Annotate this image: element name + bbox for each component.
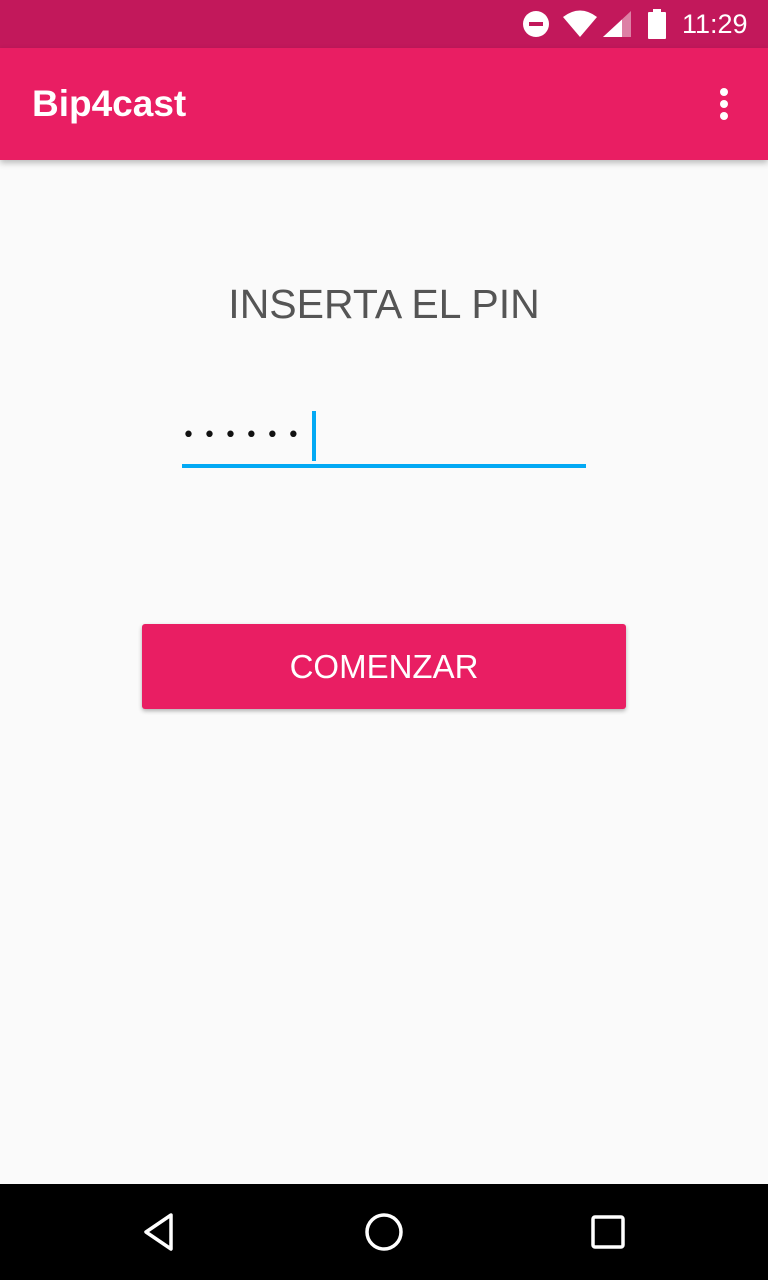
status-time: 11:29: [682, 9, 748, 39]
app-title: Bip4cast: [32, 83, 187, 124]
more-vert-icon[interactable]: [700, 80, 748, 128]
pin-masked-value: ••••••: [182, 423, 308, 448]
do-not-disturb-icon: [523, 11, 549, 37]
back-icon[interactable]: [136, 1208, 184, 1256]
status-bar: 11:29: [0, 0, 768, 48]
recents-icon[interactable]: [584, 1208, 632, 1256]
pin-heading: INSERTA EL PIN: [228, 281, 540, 327]
app-bar: Bip4cast: [0, 48, 768, 160]
input-underline: [182, 464, 586, 468]
cell-signal-icon: [603, 11, 631, 37]
navigation-bar: [0, 1184, 768, 1280]
start-button[interactable]: COMENZAR: [142, 624, 626, 709]
text-cursor: [312, 411, 316, 461]
pin-input[interactable]: ••••••: [182, 408, 586, 468]
wifi-icon: [563, 10, 597, 37]
pin-screen: 11:29 Bip4cast INSERTA EL PIN •••••• COM…: [0, 0, 768, 1280]
battery-icon: [648, 9, 666, 39]
home-icon[interactable]: [360, 1208, 408, 1256]
